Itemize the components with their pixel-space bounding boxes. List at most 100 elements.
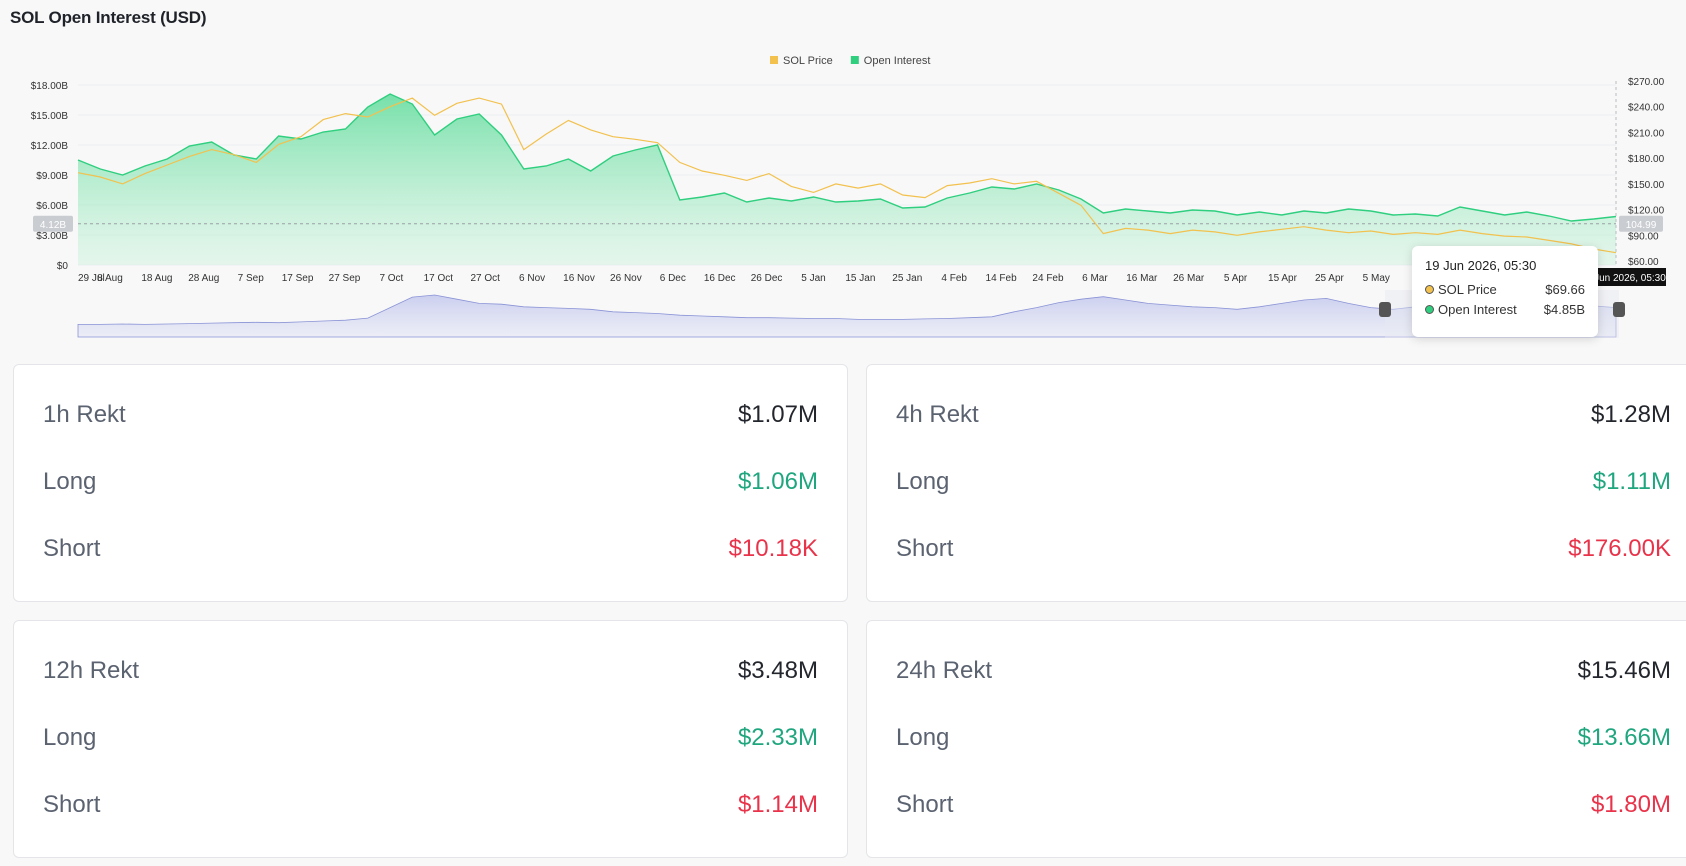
x-tick-label: 14 Feb <box>986 273 1018 284</box>
x-tick-label: 15 Apr <box>1268 273 1298 284</box>
legend-label-0: SOL Price <box>783 55 833 67</box>
x-tick-label: 26 Dec <box>751 273 783 284</box>
x-tick-label: 15 Jan <box>845 273 875 284</box>
card-long-row: Long $13.66M <box>896 704 1671 771</box>
page-title: SOL Open Interest (USD) <box>10 8 207 27</box>
card-title: 12h Rekt <box>43 656 140 684</box>
short-label: Short <box>43 790 101 818</box>
long-label: Long <box>896 467 950 495</box>
y-left-tick: $3.00B <box>36 231 68 242</box>
x-tick-label: 7 Sep <box>238 273 265 284</box>
y-right-tick: $120.00 <box>1628 206 1665 217</box>
card-total-value: $15.46M <box>1577 656 1671 684</box>
x-tick-label: 4 Feb <box>941 273 967 284</box>
long-label: Long <box>896 723 950 751</box>
x-tick-label: 8 Aug <box>97 273 123 284</box>
tooltip-price-value: $69.66 <box>1545 282 1585 297</box>
card-header-row: 1h Rekt $1.07M <box>43 381 818 448</box>
long-label: Long <box>43 723 97 751</box>
long-label: Long <box>43 467 97 495</box>
rekt-card-1h: 1h Rekt $1.07M Long $1.06M Short $10.18K <box>13 364 848 602</box>
long-value: $1.06M <box>737 467 818 495</box>
y-left-tick: $12.00B <box>31 141 69 152</box>
x-tick-label: 7 Oct <box>379 273 403 284</box>
x-tick-label: 16 Dec <box>704 273 736 284</box>
price-dot-icon <box>1425 285 1434 294</box>
legend-swatch-1 <box>850 56 859 64</box>
x-tick-label: 5 May <box>1363 273 1390 284</box>
y-right-tick: $150.00 <box>1628 180 1665 191</box>
rekt-card-4h: 4h Rekt $1.28M Long $1.11M Short $176.00K <box>866 364 1686 602</box>
card-total-value: $1.07M <box>737 400 818 428</box>
crosshair-right-value: 104.99 <box>1626 220 1657 231</box>
y-right-tick: $180.00 <box>1628 154 1665 165</box>
x-tick-label: 17 Oct <box>424 273 454 284</box>
x-tick-label: 27 Sep <box>329 273 361 284</box>
rekt-cards: 1h Rekt $1.07M Long $1.06M Short $10.18K 4h… <box>13 364 1686 858</box>
card-short-row: Short $1.80M <box>896 771 1671 838</box>
y-left-tick: $9.00B <box>36 171 68 182</box>
card-header-row: 12h Rekt $3.48M <box>43 637 818 704</box>
x-tick-label: 25 Jan <box>892 273 922 284</box>
range-navigator[interactable] <box>77 290 1625 338</box>
short-label: Short <box>896 790 954 818</box>
y-left-tick: $18.00B <box>31 81 69 92</box>
x-tick-label: 5 Apr <box>1224 273 1248 284</box>
x-tick-label: 27 Oct <box>470 273 500 284</box>
navigator-right-handle <box>1613 302 1625 317</box>
tooltip-price-label: SOL Price <box>1438 282 1497 297</box>
x-tick-label: 28 Aug <box>188 273 219 284</box>
short-value: $10.18K <box>728 534 818 562</box>
long-value: $13.66M <box>1577 723 1671 751</box>
x-tick-label: 6 Nov <box>519 273 545 284</box>
card-short-row: Short $10.18K <box>43 515 818 582</box>
x-tick-label: 17 Sep <box>282 273 314 284</box>
card-header-row: 4h Rekt $1.28M <box>896 381 1671 448</box>
x-tick-label: 25 Apr <box>1315 273 1345 284</box>
rekt-card-12h: 12h Rekt $3.48M Long $2.33M Short $1.14M <box>13 620 848 858</box>
card-title: 1h Rekt <box>43 400 126 428</box>
legend-label-1: Open Interest <box>864 55 931 67</box>
x-tick-label: 26 Nov <box>610 273 642 284</box>
y-left-tick: $6.00B <box>36 201 68 212</box>
tooltip-row-price: SOL Price $69.66 <box>1425 282 1585 297</box>
chart-tooltip: 19 Jun 2026, 05:30 SOL Price $69.66 Open… <box>1412 246 1598 337</box>
y-right-tick: $90.00 <box>1628 231 1659 242</box>
card-total-value: $1.28M <box>1590 400 1671 428</box>
y-left-tick: $0 <box>57 261 69 272</box>
y-right-tick: $270.00 <box>1628 77 1665 88</box>
tooltip-row-oi: Open Interest $4.85B <box>1425 302 1585 317</box>
y-left-tick: $15.00B <box>31 111 69 122</box>
card-total-value: $3.48M <box>737 656 818 684</box>
card-short-row: Short $176.00K <box>896 515 1671 582</box>
open-interest-area <box>78 94 1616 265</box>
tooltip-oi-label: Open Interest <box>1438 302 1517 317</box>
short-value: $176.00K <box>1568 534 1671 562</box>
long-value: $1.11M <box>1592 467 1671 495</box>
y-right-tick: $210.00 <box>1628 128 1665 139</box>
y-right-tick: $240.00 <box>1628 103 1665 114</box>
long-value: $2.33M <box>737 723 818 751</box>
short-label: Short <box>896 534 954 562</box>
tooltip-date: 19 Jun 2026, 05:30 <box>1425 258 1537 273</box>
x-tick-label: 5 Jan <box>801 273 825 284</box>
x-tick-label: 26 Mar <box>1173 273 1205 284</box>
x-tick-label: 24 Feb <box>1032 273 1064 284</box>
tooltip-oi-value: $4.85B <box>1543 302 1585 317</box>
x-tick-label: 6 Dec <box>660 273 686 284</box>
card-long-row: Long $1.06M <box>43 448 818 515</box>
card-title: 24h Rekt <box>896 656 993 684</box>
short-value: $1.14M <box>737 790 818 818</box>
card-title: 4h Rekt <box>896 400 979 428</box>
oi-dot-icon <box>1425 305 1434 314</box>
card-short-row: Short $1.14M <box>43 771 818 838</box>
x-tick-label: 16 Mar <box>1126 273 1158 284</box>
x-tick-label: 18 Aug <box>141 273 172 284</box>
card-long-row: Long $1.11M <box>896 448 1671 515</box>
legend-swatch-0 <box>770 56 778 64</box>
card-long-row: Long $2.33M <box>43 704 818 771</box>
card-header-row: 24h Rekt $15.46M <box>896 637 1671 704</box>
rekt-card-24h: 24h Rekt $15.46M Long $13.66M Short $1.80M <box>866 620 1686 858</box>
short-label: Short <box>43 534 101 562</box>
chart-legend[interactable]: SOL Price Open Interest <box>770 55 930 67</box>
